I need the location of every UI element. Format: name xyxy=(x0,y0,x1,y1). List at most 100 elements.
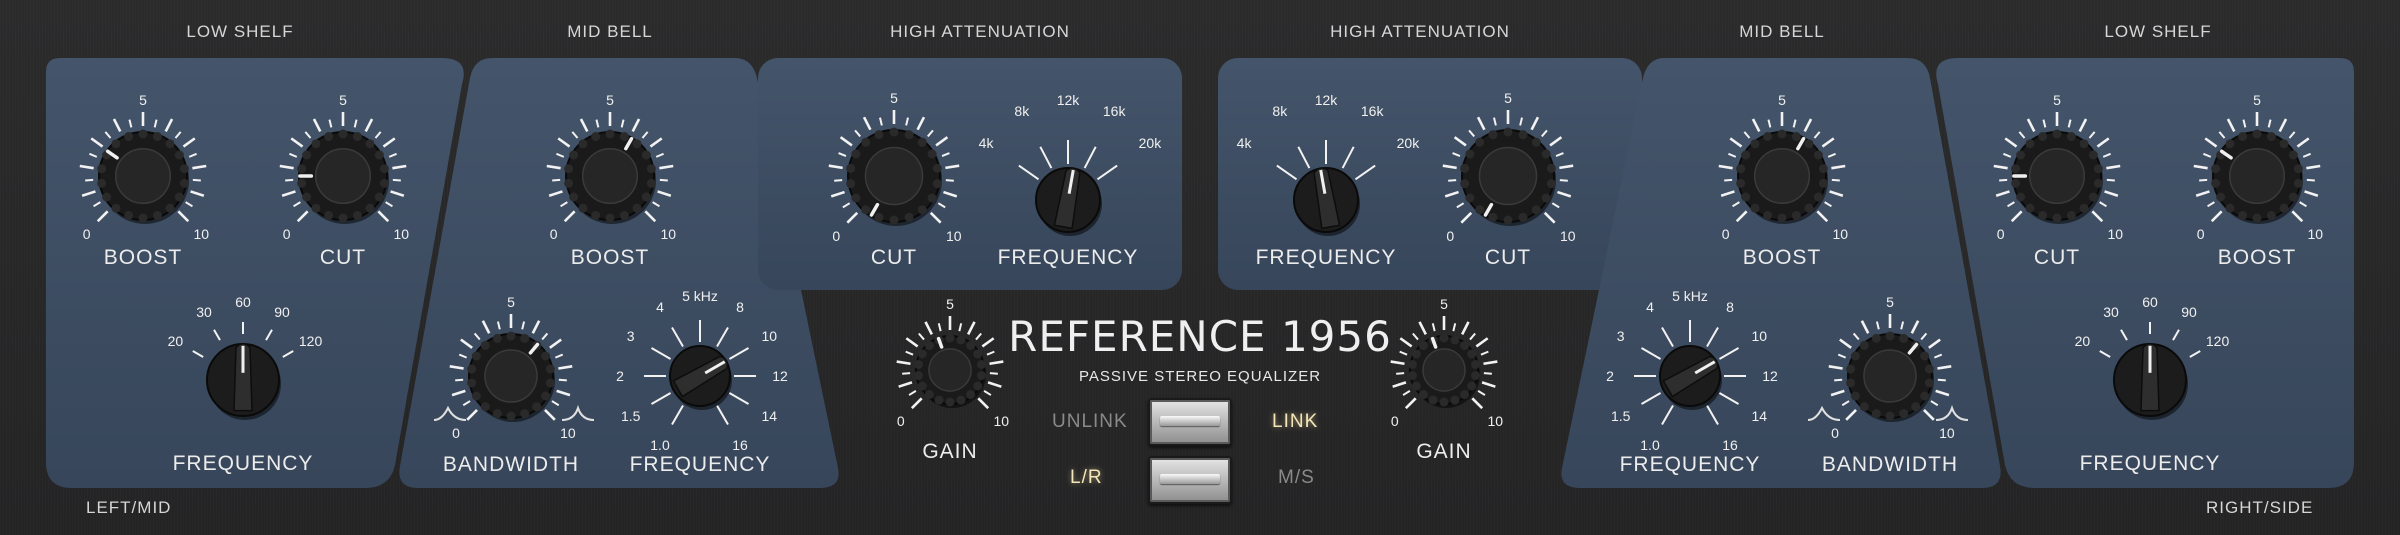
scale-label-max: 10 xyxy=(993,413,1010,430)
scale-label-mid: 5 xyxy=(1886,294,1894,310)
scale-tick xyxy=(1475,337,1489,348)
scale-tick xyxy=(1483,360,1498,366)
freq-tick-label: 60 xyxy=(2142,294,2158,310)
scale-tick xyxy=(1999,178,2008,182)
freq-tick-label: 90 xyxy=(274,304,290,321)
freq-tick-label: 3 xyxy=(626,328,635,344)
scale-tick xyxy=(838,152,847,158)
scale-tick xyxy=(185,201,193,208)
scale-tick xyxy=(1453,136,1467,147)
freq-tick-label: 20 xyxy=(167,333,184,349)
scale-tick xyxy=(2199,178,2208,182)
scale-tick xyxy=(541,332,549,341)
scale-tick xyxy=(986,350,995,356)
scale-tick xyxy=(935,136,949,147)
section-title-low-shelf-left: LOW SHELF xyxy=(186,22,294,41)
freq-tick-label: 8k xyxy=(1014,103,1030,120)
scale-label-mid: 5 xyxy=(2253,92,2261,108)
scale-label-min: 0 xyxy=(1446,227,1455,244)
high-freq-right-knob[interactable] xyxy=(1284,158,1368,242)
low-freq-right-knob[interactable] xyxy=(2104,334,2196,426)
scale-tick xyxy=(548,190,563,198)
scale-label-min: 0 xyxy=(1721,226,1730,243)
link-label: LINK xyxy=(1272,411,1319,432)
scale-tick xyxy=(1469,332,1476,341)
scale-label-min: 0 xyxy=(1390,413,1399,430)
scale-tick xyxy=(2003,152,2012,158)
scale-label-mid: 5 xyxy=(1504,90,1512,106)
scale-tick xyxy=(1728,152,1737,158)
scale-tick xyxy=(989,372,998,375)
scale-tick xyxy=(2007,201,2015,208)
scale-tick xyxy=(1481,381,1496,388)
freq-tick-label: 16 xyxy=(1722,437,1738,454)
low-cut-left-knob-label: CUT xyxy=(319,246,367,269)
scale-tick xyxy=(641,131,649,139)
scale-tick xyxy=(1831,178,1840,182)
scale-tick xyxy=(290,137,304,148)
scale-tick xyxy=(2207,201,2215,208)
scale-tick xyxy=(279,164,294,170)
scale-tick xyxy=(929,211,942,224)
mid-boost-right-knob-label: BOOST xyxy=(1742,246,1822,269)
scale-tick xyxy=(910,397,923,410)
freq-tick-label: 5 kHz xyxy=(1672,288,1708,304)
scale-tick xyxy=(2299,201,2307,208)
freq-tick-label: 14 xyxy=(1751,408,1768,424)
scale-label-mid: 5 xyxy=(1440,296,1448,312)
high-cut-left-knob-label: CUT xyxy=(870,246,918,269)
scale-tick xyxy=(2193,164,2208,170)
freq-tick-label: 20k xyxy=(1138,134,1162,151)
scale-tick xyxy=(1841,400,1850,407)
scale-tick xyxy=(192,178,201,182)
scale-label-min: 0 xyxy=(549,226,558,243)
scale-tick xyxy=(943,190,958,198)
scale-tick xyxy=(188,152,197,158)
low-freq-left-knob[interactable] xyxy=(197,334,289,426)
scale-tick xyxy=(1816,210,1829,223)
scale-tick xyxy=(1718,164,1733,170)
scale-tick xyxy=(1923,409,1935,421)
high-freq-left-knob[interactable] xyxy=(1026,158,1110,242)
scale-tick xyxy=(1813,131,1821,139)
scale-tick xyxy=(898,381,913,388)
scale-label-min: 0 xyxy=(1831,424,1839,441)
scale-tick xyxy=(834,179,843,182)
low-boost-left-knob-label: BOOST xyxy=(103,246,183,269)
scale-label-max: 10 xyxy=(393,226,410,243)
scale-label-min: 0 xyxy=(832,227,841,244)
mid-freq-right-knob[interactable] xyxy=(1650,336,1730,416)
scale-tick xyxy=(1483,372,1492,375)
scale-tick xyxy=(1442,164,1457,170)
scale-tick xyxy=(2226,118,2236,133)
scale-tick xyxy=(174,131,182,139)
scale-tick xyxy=(2067,119,2072,128)
mode-toggle[interactable] xyxy=(1148,456,1232,504)
freq-tick-label: 12k xyxy=(1056,92,1080,108)
scale-tick xyxy=(281,190,296,198)
freq-tick-label: 1.0 xyxy=(1640,437,1660,454)
footer-right-side: RIGHT/SIDE xyxy=(2206,498,2314,517)
scale-tick xyxy=(977,397,990,410)
scale-tick xyxy=(659,164,674,170)
scale-tick xyxy=(1543,211,1556,224)
scale-tick xyxy=(449,365,464,370)
scale-tick xyxy=(1468,129,1475,138)
freq-tick-label: 3 xyxy=(1616,328,1625,344)
scale-tick xyxy=(2210,210,2223,223)
link-toggle[interactable] xyxy=(1148,398,1232,446)
freq-tick-label: 120 xyxy=(2205,333,2230,349)
scale-tick xyxy=(1399,337,1413,348)
scale-tick xyxy=(2242,119,2247,128)
high-freq-right-label: FREQUENCY xyxy=(1255,246,1397,269)
scale-tick xyxy=(153,119,158,128)
freq-tick-label: 2 xyxy=(1606,368,1614,384)
mid-freq-left-knob[interactable] xyxy=(660,336,740,416)
scale-label-mid: 5 xyxy=(139,92,147,108)
scale-tick xyxy=(81,190,96,198)
scale-tick xyxy=(556,389,571,397)
scale-tick xyxy=(377,210,390,223)
scale-tick xyxy=(531,320,541,334)
scale-tick xyxy=(104,131,112,139)
scale-tick xyxy=(1729,137,1743,148)
